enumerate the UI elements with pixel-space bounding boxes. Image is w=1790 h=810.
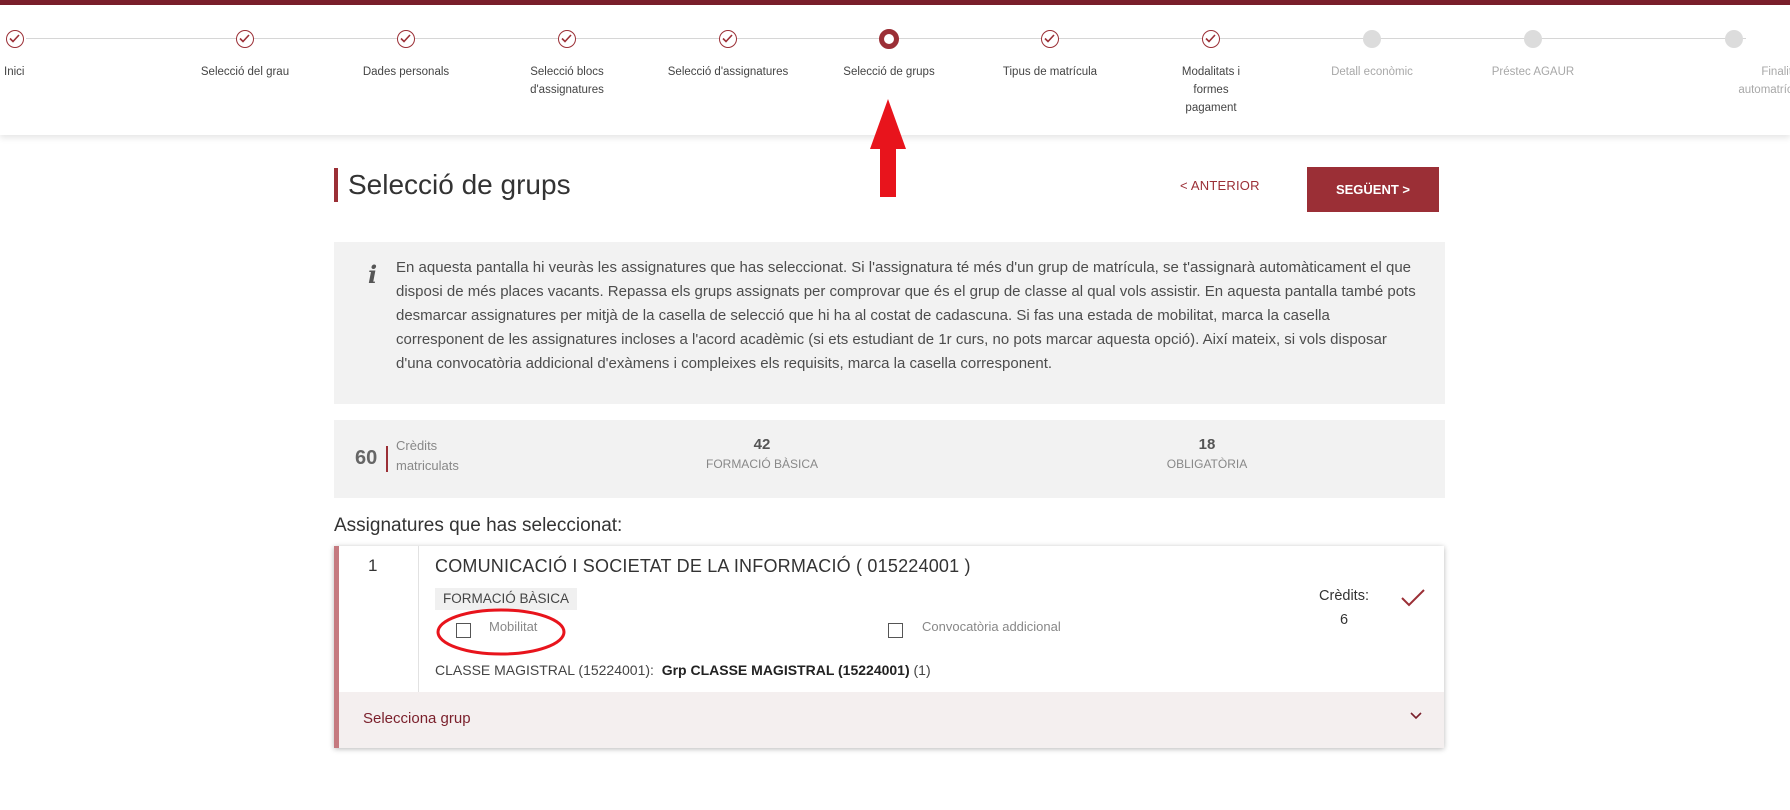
subject-card: 1 COMUNICACIÓ I SOCIETAT DE LA INFORMACI… [334, 546, 1444, 748]
step-label: Selecció d'assignatures [667, 66, 789, 78]
extra-call-label: Convocatòria addicional [922, 619, 1061, 634]
check-icon [558, 30, 576, 48]
page-title: Selecció de grups [334, 168, 571, 202]
step-label: Tipus de matrícula [1002, 66, 1098, 78]
basic-training-credits: 42 FORMACIÓ BÀSICA [662, 436, 862, 474]
basic-training-value: 42 [753, 436, 771, 453]
group-line: CLASSE MAGISTRAL (15224001): Grp CLASSE … [435, 662, 931, 678]
step-label: Selecció del grau [200, 66, 290, 78]
group-name: Grp CLASSE MAGISTRAL (15224001) [661, 662, 910, 678]
check-icon [236, 30, 254, 48]
total-credits: 60 [355, 447, 378, 469]
subject-name: COMUNICACIÓ I SOCIETAT DE LA INFORMACIÓ … [435, 556, 971, 576]
basic-training-label: FORMACIÓ BÀSICA [705, 457, 818, 471]
group-type: CLASSE MAGISTRAL (15224001): [435, 662, 654, 678]
card-divider [418, 546, 419, 692]
step-label: Finalitzar automatrícula [1738, 66, 1790, 96]
pending-step-icon [1363, 30, 1381, 48]
select-group-label: Selecciona grup [363, 710, 471, 727]
subjects-heading: Assignatures que has seleccionat: [334, 515, 623, 536]
summary-divider [386, 446, 388, 472]
mandatory-credits: 18 OBLIGATÒRIA [1107, 436, 1307, 474]
credits-summary: 60 Crèdits matriculats 42 FORMACIÓ BÀSIC… [334, 420, 1445, 498]
step-label: Selecció blocs d'assignatures [530, 66, 604, 96]
annotation-arrow-icon [870, 99, 906, 197]
mandatory-label: OBLIGATÒRIA [1166, 457, 1248, 471]
selected-check-icon[interactable] [1400, 588, 1426, 608]
check-icon [397, 30, 415, 48]
credits-label: Crèdits: [1319, 588, 1369, 604]
current-step-icon [879, 29, 899, 49]
annotation-ellipse-icon [436, 608, 566, 656]
subject-type-badge: FORMACIÓ BÀSICA [435, 588, 578, 610]
check-icon [6, 30, 24, 48]
pending-step-icon [1725, 30, 1743, 48]
extra-call-checkbox[interactable] [888, 623, 903, 638]
select-group-dropdown[interactable]: Selecciona grup [339, 692, 1444, 748]
step-label: Dades personals [362, 66, 450, 78]
mandatory-value: 18 [1198, 436, 1216, 453]
check-icon [719, 30, 737, 48]
step-label: Modalitats i formes pagament [1181, 66, 1241, 114]
chevron-down-icon [1410, 712, 1422, 720]
check-icon [1041, 30, 1059, 48]
info-box: i En aquesta pantalla hi veuràs les assi… [334, 242, 1445, 404]
step-label: Inici [4, 66, 25, 78]
step-label: Selecció de grups [843, 66, 935, 78]
next-button[interactable]: SEGÜENT > [1307, 167, 1439, 212]
check-icon [1202, 30, 1220, 48]
info-text: En aquesta pantalla hi veuràs les assign… [396, 259, 1416, 372]
credits-block: Crèdits: 6 [1299, 584, 1389, 632]
subject-number: 1 [368, 556, 378, 575]
total-credits-label: Crèdits matriculats [396, 438, 459, 473]
step-label: Préstec AGAUR [1491, 66, 1575, 78]
pending-step-icon [1524, 30, 1542, 48]
previous-button[interactable]: < ANTERIOR [1180, 178, 1260, 193]
info-icon: i [368, 260, 378, 289]
credits-value: 6 [1339, 612, 1349, 628]
step-label: Detall econòmic [1331, 66, 1413, 78]
group-count: (1) [913, 662, 931, 678]
